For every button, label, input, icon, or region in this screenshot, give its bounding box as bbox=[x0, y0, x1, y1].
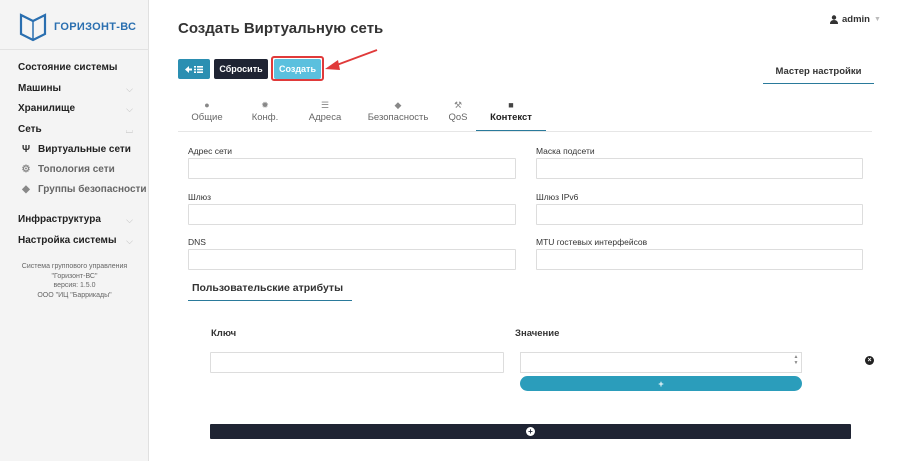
chevron-down-icon: ⌵ bbox=[126, 235, 133, 246]
dns-input[interactable] bbox=[188, 249, 516, 270]
tab-security[interactable]: ◆ Безопасность bbox=[356, 97, 440, 131]
plus-circle-icon: + bbox=[526, 427, 535, 436]
network-address-label: Адрес сети bbox=[188, 146, 233, 156]
tab-bar: ● Общие ✹ Конф. ☰ Адреса ◆ Безопасность … bbox=[178, 97, 546, 131]
chevron-down-icon: ⌵ bbox=[126, 104, 133, 114]
page-title: Создать Виртуальную сеть bbox=[178, 20, 384, 37]
tab-config[interactable]: ✹ Конф. bbox=[236, 97, 294, 131]
tab-label: Общие bbox=[191, 112, 223, 123]
system-info-line: Система группового управления bbox=[21, 263, 128, 270]
add-attribute-button[interactable]: + bbox=[210, 424, 851, 439]
user-menu[interactable]: admin ▼ bbox=[830, 14, 881, 25]
sidebar-item-infrastructure[interactable]: Инфраструктура ⌵ bbox=[0, 210, 149, 231]
sidebar-item-system-settings[interactable]: Настройка системы ⌵ bbox=[0, 231, 149, 252]
key-column-header: Ключ bbox=[211, 328, 237, 339]
tab-label: Адреса bbox=[308, 112, 342, 123]
shield-icon: ◆ bbox=[22, 184, 30, 195]
back-button[interactable] bbox=[178, 59, 210, 79]
gateway-ipv6-input[interactable] bbox=[536, 204, 863, 225]
tab-label: Конф. bbox=[251, 112, 279, 123]
tab-addresses[interactable]: ☰ Адреса bbox=[294, 97, 356, 131]
tab-label: Контекст bbox=[490, 112, 532, 123]
logo-icon bbox=[19, 13, 47, 42]
attribute-key-input[interactable] bbox=[210, 352, 504, 373]
username: admin bbox=[842, 14, 870, 25]
tab-general[interactable]: ● Общие bbox=[178, 97, 236, 131]
annotation-arrow-icon bbox=[325, 49, 378, 70]
tabs-divider bbox=[178, 131, 872, 132]
shield-icon: ◆ bbox=[394, 100, 402, 110]
sidebar-item-label: Настройка системы bbox=[18, 234, 117, 246]
reset-button[interactable]: Сбросить bbox=[214, 59, 268, 79]
gear-icon: ✹ bbox=[261, 100, 269, 110]
sidebar-item-security-groups[interactable]: ◆ Группы безопасности bbox=[0, 180, 149, 200]
globe-icon: ● bbox=[204, 100, 210, 110]
topology-icon: ⚙ bbox=[21, 164, 31, 175]
sidebar-item-label: Инфраструктура bbox=[18, 214, 101, 225]
system-info: Система группового управления "Горизонт-… bbox=[0, 262, 149, 300]
sidebar-nav: Состояние системы Машины ⌵ Хранилище ⌵ С… bbox=[0, 58, 149, 251]
folder-icon: ■ bbox=[508, 100, 514, 110]
netmask-input[interactable] bbox=[536, 158, 863, 179]
back-list-icon bbox=[185, 65, 203, 73]
tab-label: Безопасность bbox=[367, 112, 429, 123]
custom-attributes-title: Пользовательские атрибуты bbox=[188, 279, 352, 301]
sidebar-item-label: Хранилище bbox=[18, 103, 76, 114]
system-info-line: версия: 1.5.0 bbox=[53, 282, 96, 289]
add-value-button[interactable]: + bbox=[520, 376, 802, 391]
dns-label: DNS bbox=[188, 237, 206, 247]
sidebar-item-label: Состояние системы bbox=[18, 62, 118, 73]
sidebar-item-network-topology[interactable]: ⚙ Топология сети bbox=[0, 160, 149, 180]
user-icon bbox=[830, 15, 838, 24]
sidebar-item-label: Группы безопасности bbox=[38, 184, 147, 195]
plus-icon: + bbox=[658, 378, 664, 389]
chevron-down-icon: ⌵ bbox=[126, 83, 133, 94]
tab-context[interactable]: ■ Контекст bbox=[476, 97, 546, 131]
logo[interactable]: ГОРИЗОНТ-ВС bbox=[18, 12, 136, 42]
gateway-ipv6-label: Шлюз IPv6 bbox=[536, 192, 579, 202]
gateway-input[interactable] bbox=[188, 204, 516, 225]
network-address-input[interactable] bbox=[188, 158, 516, 179]
network-icon: Ψ bbox=[21, 144, 31, 155]
tab-qos[interactable]: ⚒ QoS bbox=[440, 97, 476, 131]
sidebar: ГОРИЗОНТ-ВС Состояние системы Машины ⌵ Х… bbox=[0, 0, 149, 461]
wrench-icon: ⚒ bbox=[453, 100, 463, 110]
sidebar-item-label: Сеть bbox=[18, 123, 42, 135]
logo-text: ГОРИЗОНТ-ВС bbox=[54, 21, 137, 33]
sidebar-item-machines[interactable]: Машины ⌵ bbox=[0, 79, 149, 100]
chevron-up-icon: ⌴ bbox=[125, 124, 133, 135]
remove-attribute-icon[interactable]: × bbox=[865, 356, 874, 365]
list-icon: ☰ bbox=[320, 100, 330, 110]
tab-label: QoS bbox=[448, 112, 468, 123]
sidebar-item-label: Машины bbox=[18, 82, 62, 94]
sidebar-item-network[interactable]: Сеть ⌴ bbox=[0, 120, 149, 141]
netmask-label: Маска подсети bbox=[536, 146, 595, 156]
create-button[interactable]: Создать bbox=[274, 59, 321, 79]
system-info-line: "Горизонт-ВС" bbox=[51, 272, 98, 280]
attribute-value-input[interactable]: ▲ ▼ bbox=[520, 352, 802, 373]
chevron-down-icon: ▼ bbox=[873, 16, 881, 23]
sidebar-item-label: Топология сети bbox=[38, 164, 115, 175]
mtu-label: MTU гостевых интерфейсов bbox=[536, 237, 648, 247]
chevron-down-icon: ⌵ bbox=[126, 215, 133, 225]
sidebar-item-storage[interactable]: Хранилище ⌵ bbox=[0, 99, 149, 120]
system-info-line: ООО "ИЦ "Баррикады" bbox=[37, 291, 112, 299]
gateway-label: Шлюз bbox=[188, 192, 212, 202]
value-column-header: Значение bbox=[515, 328, 560, 339]
mtu-input[interactable] bbox=[536, 249, 863, 270]
resize-handle-icon[interactable]: ▲ ▼ bbox=[792, 354, 800, 371]
sidebar-item-dashboard[interactable]: Состояние системы bbox=[0, 58, 149, 79]
sidebar-item-label: Виртуальные сети bbox=[38, 144, 131, 155]
setup-wizard-tab[interactable]: Мастер настройки bbox=[763, 66, 874, 84]
sidebar-item-virtual-networks[interactable]: Ψ Виртуальные сети bbox=[0, 140, 149, 160]
sidebar-divider bbox=[0, 49, 149, 50]
